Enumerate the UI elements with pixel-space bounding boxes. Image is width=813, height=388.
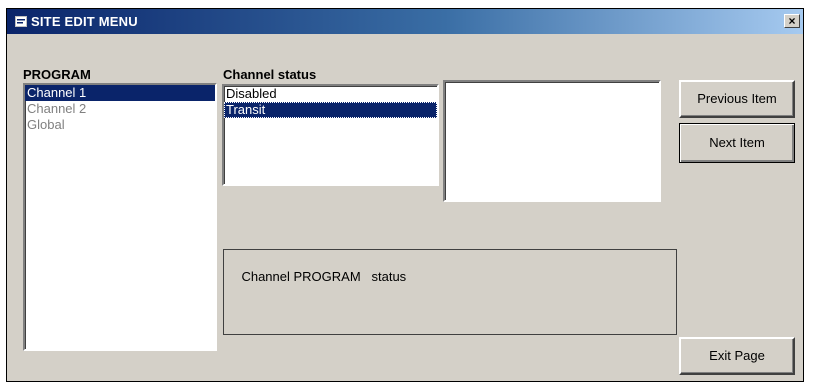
close-button[interactable]: × (784, 14, 800, 28)
value-box[interactable] (443, 80, 661, 202)
status-item-disabled[interactable]: Disabled (224, 86, 437, 102)
program-item-channel-2[interactable]: Channel 2 (25, 101, 215, 117)
program-item-global[interactable]: Global (25, 117, 215, 133)
next-item-button[interactable]: Next Item (679, 123, 795, 163)
exit-page-button[interactable]: Exit Page (679, 337, 795, 375)
status-item-transit[interactable]: Transit (224, 102, 437, 118)
program-item-channel-1[interactable]: Channel 1 (25, 85, 215, 101)
status-message-box: Channel PROGRAM status (223, 249, 677, 335)
previous-item-button[interactable]: Previous Item (679, 80, 795, 118)
site-edit-window: SITE EDIT MENU × PROGRAM Channel 1 Chann… (6, 8, 804, 382)
program-label: PROGRAM (23, 67, 91, 82)
status-message: Channel PROGRAM status (241, 269, 407, 284)
channel-status-label: Channel status (223, 67, 317, 82)
close-icon: × (788, 14, 796, 28)
app-icon (15, 16, 27, 27)
program-list[interactable]: Channel 1 Channel 2 Global (23, 83, 217, 351)
window-title: SITE EDIT MENU (31, 14, 138, 29)
title-bar: SITE EDIT MENU × (7, 9, 803, 34)
channel-status-list[interactable]: Disabled Transit (222, 84, 439, 186)
